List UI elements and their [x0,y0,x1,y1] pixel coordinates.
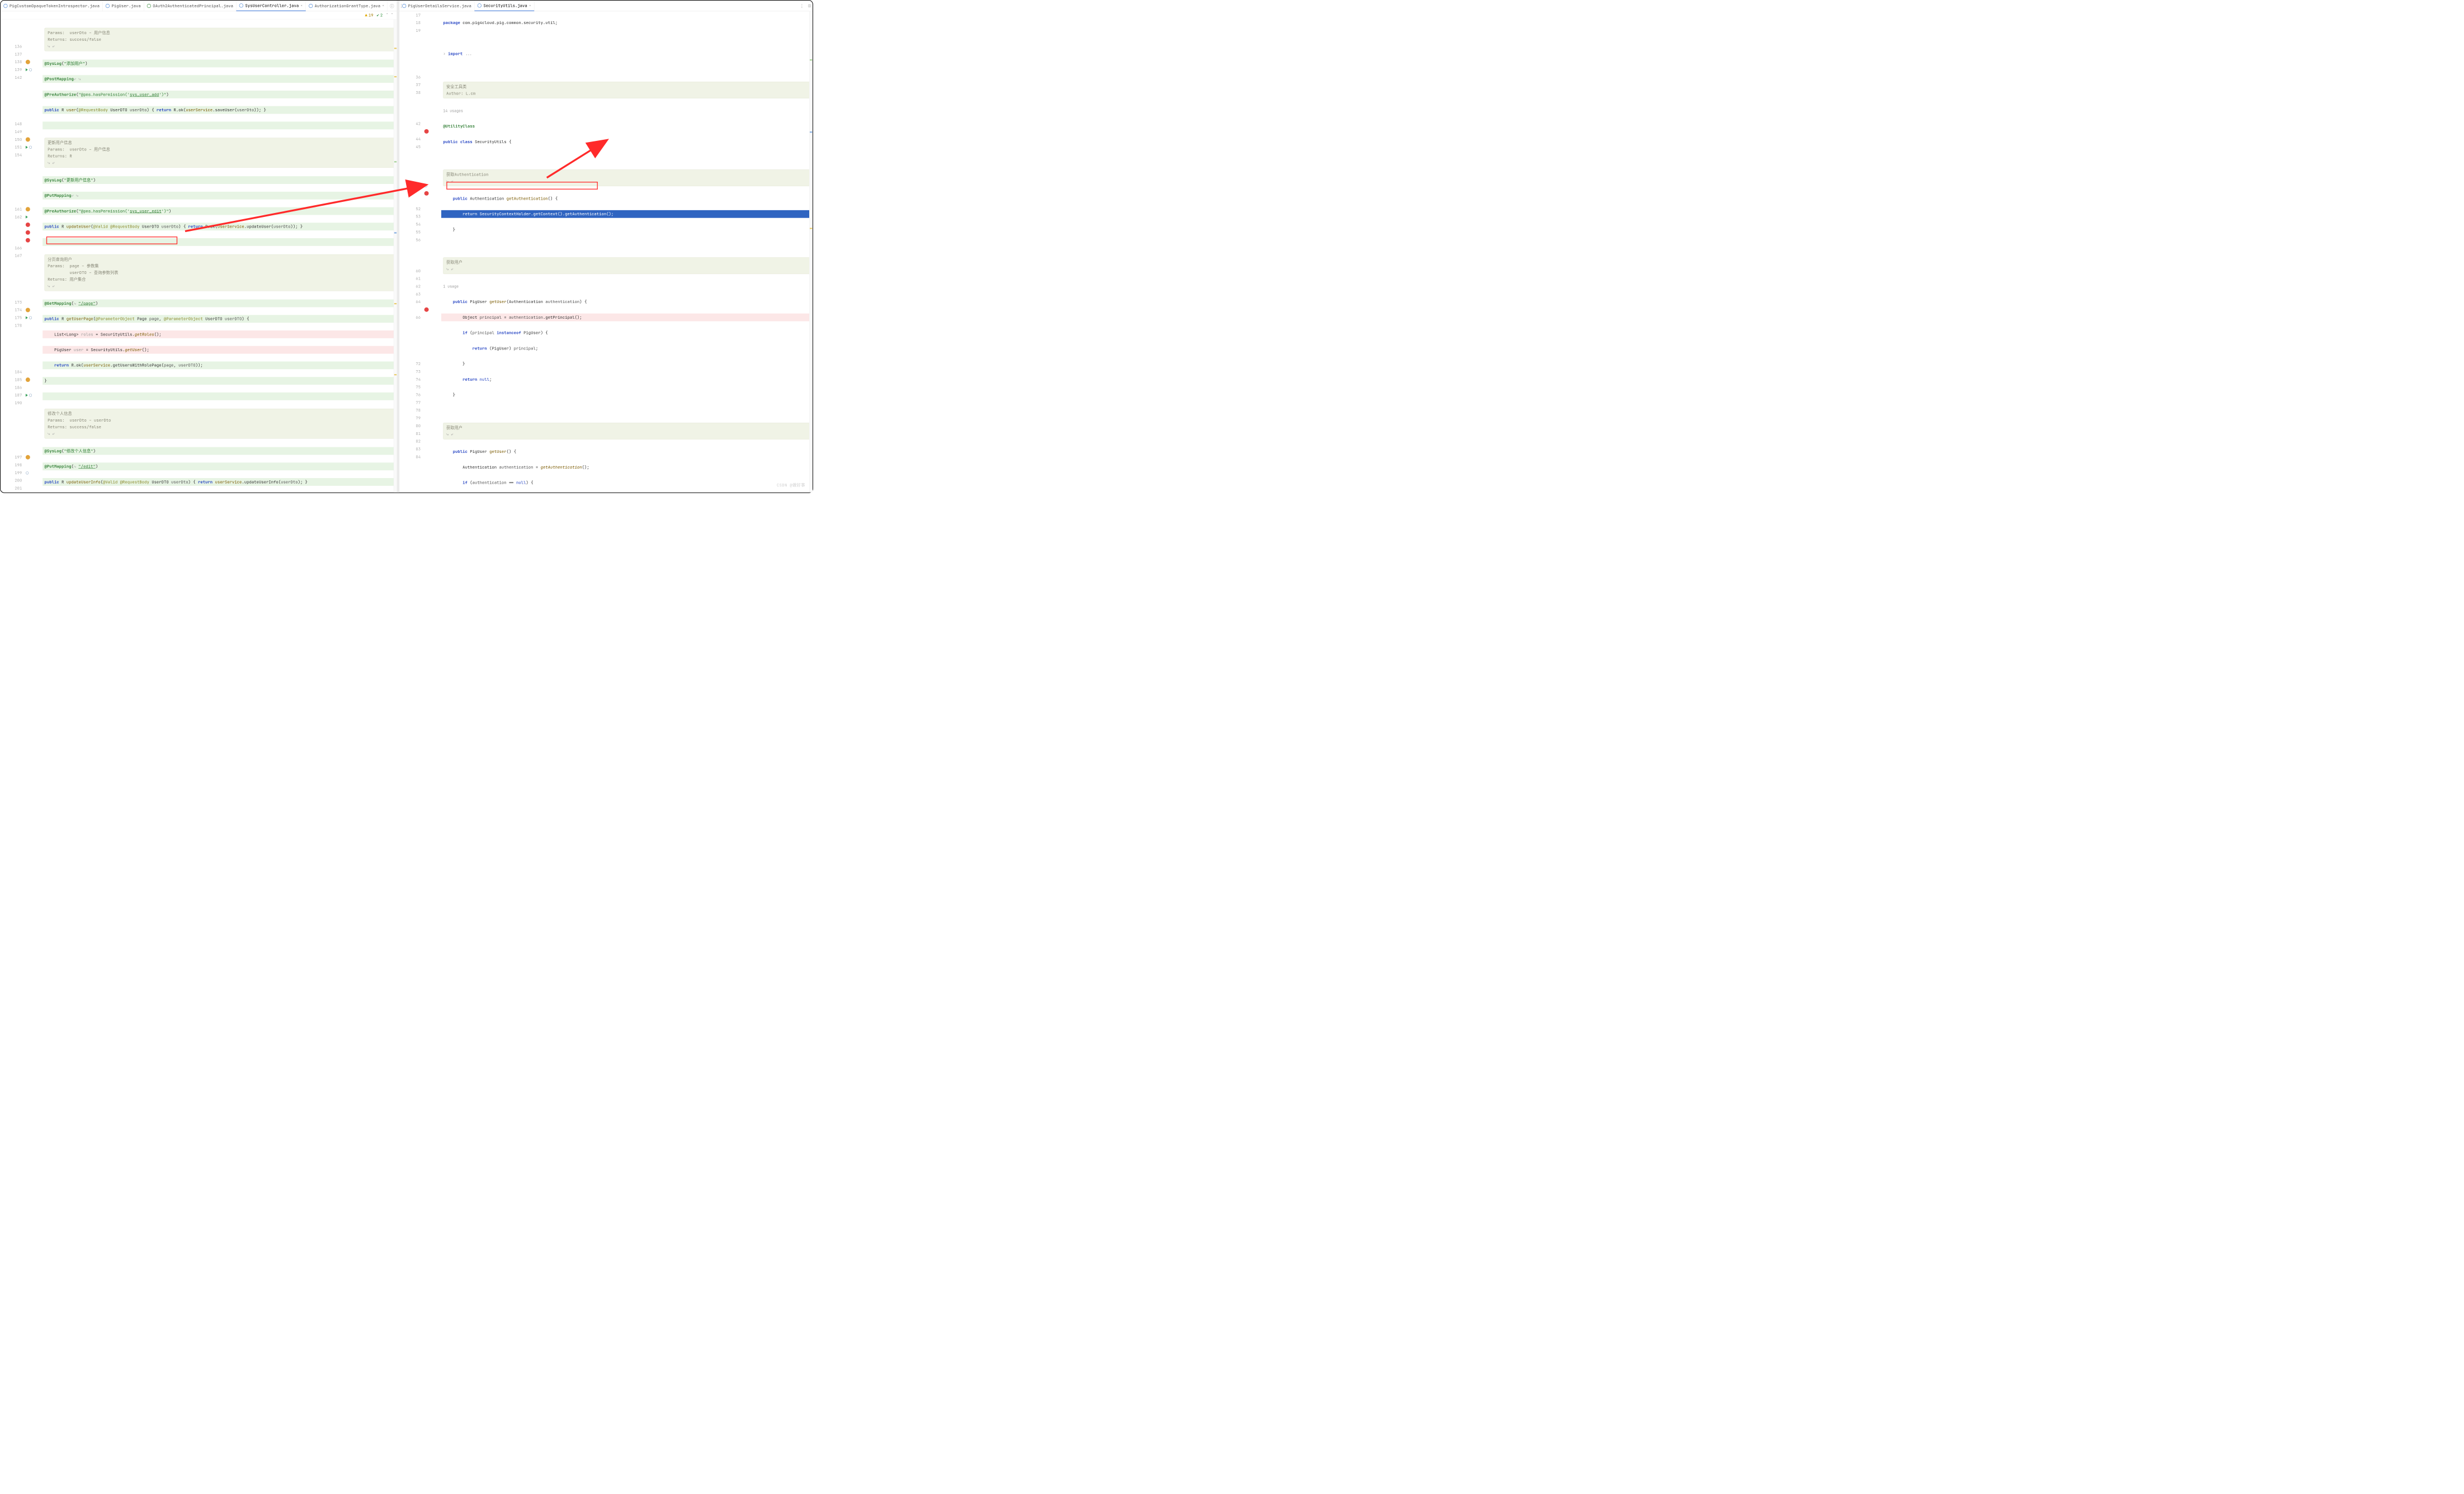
javadoc-block: 获取用户⤷ ⤶ [443,423,810,439]
javadoc-block: 修改个人信息Params: userDto – userDtoReturns: … [45,409,395,438]
tab-label: SysUserController.java [245,3,299,8]
nav-icon[interactable]: ⬡ [26,470,29,475]
left-editor[interactable]: 136137138139142 148149150151154 161162 1… [1,20,397,493]
nav-icon[interactable]: ⬡ [29,393,32,398]
run-icon[interactable] [26,68,28,71]
right-tab-bar: PigUserDetailsService.java SecurityUtils… [399,1,813,11]
class-icon [239,3,243,7]
javadoc-block: Params: userDto – 用户信息Returns: success/f… [45,28,395,51]
caret-icons[interactable]: ˆ ˇ [386,12,393,18]
class-icon [478,3,482,7]
endpoint-icon[interactable] [26,455,30,460]
run-icon[interactable] [26,146,28,149]
left-tab-bar: PigCustomOpaqueTokenIntrospector.java Pi… [1,1,397,11]
tab-label: OAuth2AuthenticatedPrincipal.java [153,3,233,9]
breakpoint-icon[interactable] [26,238,30,243]
nav-icon[interactable]: ⬡ [29,145,32,150]
run-icon[interactable] [26,215,28,218]
ok-count[interactable]: ✔2 [377,12,383,18]
tab-label: SecurityUtils.java [483,3,527,8]
tab-label: PigUserDetailsService.java [408,3,471,9]
interface-icon [147,4,151,8]
gutter-icons: ⬡ [423,11,441,493]
tab-label: AuthorizationGrantType.java [315,3,381,9]
warning-icon: ▲ [365,12,367,18]
left-code[interactable]: Params: userDto – 用户信息Returns: success/f… [43,20,397,493]
tab-oauth-principal[interactable]: OAuth2AuthenticatedPrincipal.java [144,1,236,11]
error-stripe[interactable] [394,20,397,493]
watermark: CSDN @做好事 [777,482,805,488]
usages-hint[interactable]: 14 usages [441,107,813,115]
more-tabs-icon[interactable]: ⋮ [797,1,807,11]
class-icon [309,4,313,8]
check-icon: ✔ [377,12,379,18]
endpoint-icon[interactable] [26,138,30,142]
run-icon[interactable] [26,394,28,396]
nav-icon[interactable]: ⬡ [29,67,32,72]
tab-introspector[interactable]: PigCustomOpaqueTokenIntrospector.java [1,1,103,11]
close-icon[interactable]: × [529,3,531,8]
javadoc-block: 获取Authentication⤷ ⤶ [443,169,810,186]
javadoc-block: 获取用户⤷ ⤶ [443,257,810,274]
warning-count[interactable]: ▲19 [365,12,374,18]
nav-icon[interactable]: ⬡ [424,183,428,188]
class-icon [3,4,7,8]
close-icon[interactable]: × [382,4,384,8]
error-stripe[interactable] [809,11,813,493]
info-icon[interactable]: ⓘ [388,1,397,11]
tab-piguser[interactable]: PigUser.java [103,1,144,11]
close-icon[interactable]: × [301,3,303,8]
gutter-icons: ⬡ ⬡ ⬡ ⬡ ⬡ [25,20,43,493]
run-icon[interactable] [26,316,28,319]
line-gutter: 171819 363738 42 4445 49 5253545556 6061… [399,11,423,493]
breakpoint-icon[interactable] [26,223,30,227]
right-code[interactable]: package com.pig4cloud.pig.common.securit… [441,11,813,493]
javadoc-block: 更新用户信息Params: userDto – 用户信息Returns: R⤷ … [45,138,395,168]
tab-securityutils[interactable]: SecurityUtils.java× [474,1,534,11]
javadoc-block: 安全工具类Author: L.cm [443,82,810,98]
endpoint-icon[interactable] [26,377,30,382]
breakpoint-icon[interactable] [424,129,429,134]
right-editor[interactable]: 171819 363738 42 4445 49 5253545556 6061… [399,11,813,493]
nav-icon[interactable]: ⬡ [29,315,32,320]
javadoc-block: 分页查询用户Params: page – 参数集 userDTO – 查询参数列… [45,254,395,291]
tab-label: PigCustomOpaqueTokenIntrospector.java [10,3,100,9]
class-icon [402,4,406,8]
usages-hint[interactable]: 1 usage [441,282,813,290]
endpoint-icon[interactable] [26,308,30,312]
tab-grant-type[interactable]: AuthorizationGrantType.java× [306,1,388,11]
endpoint-icon[interactable] [26,207,30,211]
class-icon [106,4,110,8]
tab-label: PigUser.java [111,3,140,9]
breakpoint-icon[interactable] [26,230,30,235]
pin-icon[interactable]: ◫ [806,1,813,11]
endpoint-icon[interactable] [26,60,30,64]
tab-sysusercontroller[interactable]: SysUserController.java× [237,1,306,11]
inspection-status: ▲19 ✔2 ˆ ˇ [1,11,397,20]
line-gutter: 136137138139142 148149150151154 161162 1… [1,20,25,493]
breakpoint-icon[interactable] [424,308,429,312]
tab-userdetailsservice[interactable]: PigUserDetailsService.java [399,1,475,11]
breakpoint-icon[interactable] [424,191,429,196]
